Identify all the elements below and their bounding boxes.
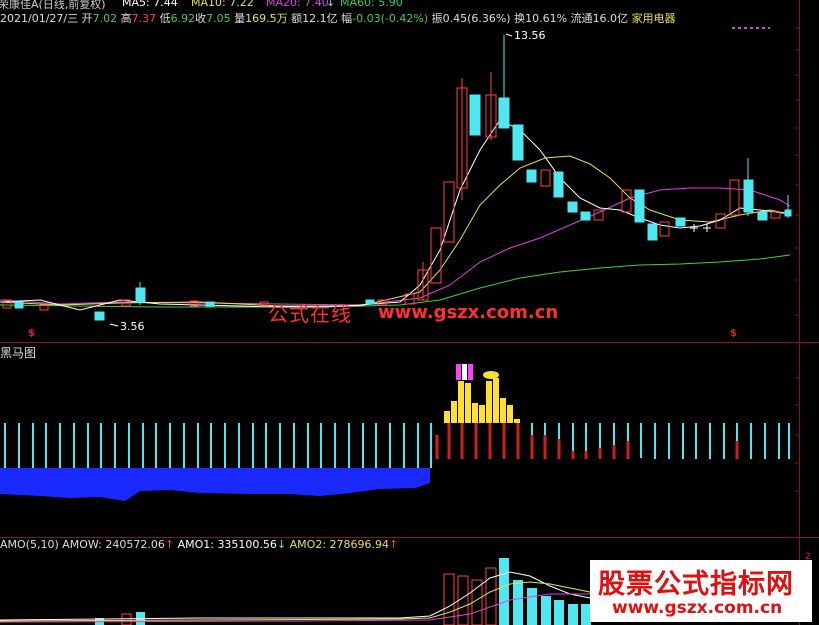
amount-label: 额 <box>291 12 303 25</box>
quote-date: 2021/01/27/三 <box>0 12 79 25</box>
indicator-svg <box>0 364 800 501</box>
close-value: 7.05 <box>206 12 231 25</box>
low-value: 6.92 <box>170 12 196 25</box>
ma5-label: MA5: 7.44 <box>122 0 178 9</box>
brand-title: 股票公式指标网 <box>598 569 794 600</box>
turnover-label: 换 <box>514 12 526 25</box>
price-panel[interactable]: 荣康佳A(日线,前复权) MA5: 7.44 MA10: 7.22 MA20: … <box>0 0 819 342</box>
volume-label: 量 <box>234 12 246 25</box>
change-value: -0.03(-0.42%) <box>352 12 429 25</box>
price-chart-svg <box>0 27 800 327</box>
low-price-marker: 3.56 <box>120 320 145 333</box>
signal-marker-left: $ <box>28 328 35 339</box>
industry-label[interactable]: 家用电器 <box>632 12 676 25</box>
amplitude-value: 0.45(6.36%) <box>442 12 511 25</box>
ma20-label: MA20: 7.40 <box>266 0 329 9</box>
watermark-url: www.gszx.com.cn <box>378 302 559 323</box>
ma10-label: MA10: 7.22 <box>191 0 254 9</box>
quote-bar: 2021/01/27/三 开7.02 高7.37 低6.92收7.05 量169… <box>0 10 676 26</box>
ma60-label: MA60: 5.90 <box>340 0 403 9</box>
open-label: 开 <box>81 12 93 25</box>
high-price-marker: 13.56 <box>514 29 546 42</box>
change-label: 幅 <box>341 12 353 25</box>
low-label: 低 <box>159 12 171 25</box>
float-value: 16.0亿 <box>592 12 629 25</box>
open-value: 7.02 <box>92 12 118 25</box>
amplitude-label: 振 <box>431 12 443 25</box>
indicator-panel[interactable]: 黑马图 <box>0 343 819 537</box>
turnover-value: 10.61% <box>525 12 568 25</box>
brand-url: www.gszx.com.cn <box>612 598 783 618</box>
brand-watermark: 股票公式指标网 www.gszx.com.cn <box>590 560 812 622</box>
high-label: 高 <box>120 12 132 25</box>
float-label: 流通 <box>570 12 593 25</box>
signal-marker-right: $ <box>730 328 737 339</box>
watermark-cn: 公式在线 <box>268 302 352 326</box>
amount-value: 12.1亿 <box>302 12 338 25</box>
close-label: 收 <box>195 12 207 25</box>
ma20-arrow-icon: ↓ <box>326 0 336 9</box>
high-value: 7.37 <box>131 12 157 25</box>
volume-value: 169.5万 <box>245 12 288 25</box>
